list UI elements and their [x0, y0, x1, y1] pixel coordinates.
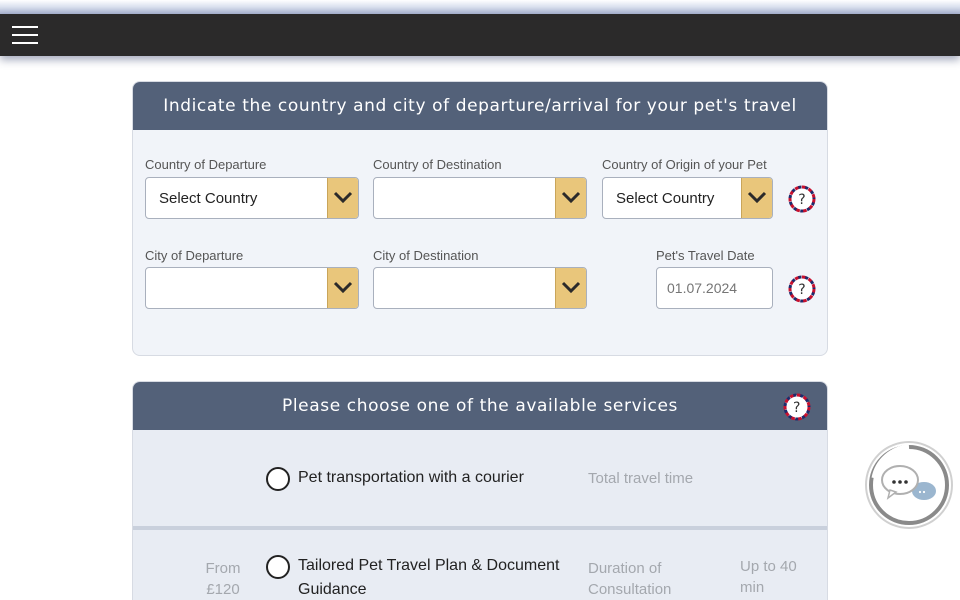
chevron-down-icon — [555, 178, 586, 218]
chat-bubbles-icon[interactable] — [864, 440, 954, 530]
chevron-down-icon — [741, 178, 772, 218]
origin-country-label: Country of Origin of your Pet — [602, 157, 767, 172]
departure-city-select[interactable] — [145, 267, 359, 309]
destination-country-label: Country of Destination — [373, 157, 502, 172]
route-panel: Indicate the country and city of departu… — [132, 81, 828, 356]
route-panel-title: Indicate the country and city of departu… — [133, 82, 827, 130]
help-question-icon[interactable]: ? — [783, 392, 811, 421]
chevron-down-icon — [327, 178, 358, 218]
departure-city-label: City of Departure — [145, 248, 244, 263]
destination-country-select[interactable] — [373, 177, 587, 219]
destination-city-label: City of Destination — [373, 248, 479, 263]
help-question-icon[interactable]: ? — [788, 275, 816, 303]
courier-radio[interactable] — [266, 467, 290, 491]
navbar — [0, 14, 960, 56]
departure-country-value: Select Country — [159, 190, 258, 207]
travel-date-label: Pet's Travel Date — [656, 248, 755, 263]
service-info-value: Up to 40 min — [740, 558, 797, 596]
departure-country-select[interactable]: Select Country — [145, 177, 359, 219]
service-label: Tailored Pet Travel Plan & Document Guid… — [298, 557, 560, 598]
origin-country-select[interactable]: Select Country — [602, 177, 773, 219]
services-panel: Please choose one of the available servi… — [132, 381, 828, 600]
top-stripe — [0, 0, 960, 14]
service-info-label: Total travel time — [588, 470, 694, 487]
hamburger-menu-icon[interactable] — [12, 25, 38, 45]
svg-text:?: ? — [793, 400, 801, 416]
services-panel-title: Please choose one of the available servi… — [281, 396, 679, 416]
service-info-label: Duration of Consultation — [588, 560, 672, 598]
destination-city-select[interactable] — [373, 267, 587, 309]
consultation-radio[interactable] — [266, 555, 290, 579]
service-label: Pet transportation with a courier — [298, 469, 524, 486]
origin-country-value: Select Country — [616, 190, 715, 207]
travel-date-input[interactable] — [656, 267, 773, 309]
svg-text:?: ? — [798, 282, 805, 298]
service-option-consultation[interactable]: From £120 Tailored Pet Travel Plan & Doc… — [133, 530, 827, 600]
chevron-down-icon — [555, 268, 586, 308]
svg-text:?: ? — [798, 192, 805, 208]
services-panel-header: Please choose one of the available servi… — [133, 382, 827, 430]
departure-country-label: Country of Departure — [145, 157, 267, 172]
help-question-icon[interactable]: ? — [788, 185, 816, 213]
service-option-courier[interactable]: Pet transportation with a courier Total … — [133, 430, 827, 526]
chevron-down-icon — [327, 268, 358, 308]
service-price: From £120 — [205, 560, 241, 598]
